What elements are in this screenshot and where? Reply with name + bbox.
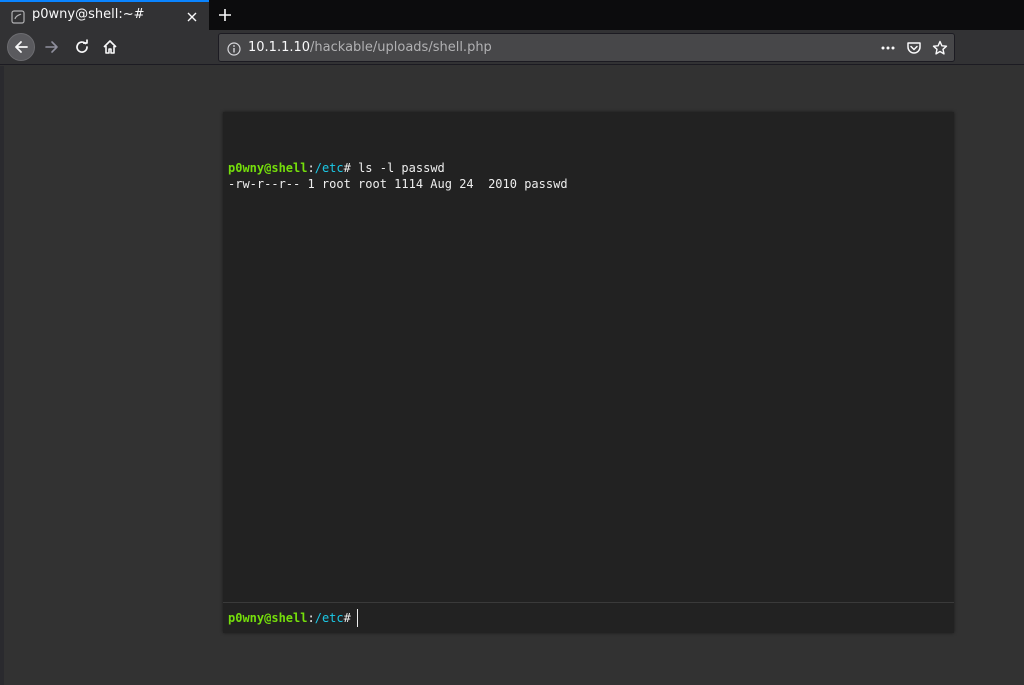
- history-command: ls -l passwd: [350, 161, 445, 175]
- pocket-icon[interactable]: [906, 40, 922, 56]
- prompt-separator: :: [307, 161, 315, 175]
- more-icon[interactable]: [880, 40, 896, 56]
- shell-input-row: p0wny@shell:/etc #: [223, 602, 954, 633]
- back-arrow-icon: [15, 41, 28, 53]
- info-icon[interactable]: [227, 41, 241, 56]
- new-tab-button[interactable]: [212, 2, 238, 28]
- shell-output: p0wny@shell:/etc# ls -l passwd -rw-r--r--…: [223, 112, 954, 602]
- sidebar-edge: [0, 66, 4, 685]
- close-tab-icon[interactable]: [184, 9, 200, 25]
- prompt-hash: #: [343, 161, 351, 175]
- input-prompt-hash: #: [343, 611, 351, 625]
- shell-history-output: -rw-r--r-- 1 root root 1114 Aug 24 2010 …: [228, 177, 568, 191]
- prompt-cwd: /etc: [314, 161, 344, 175]
- plus-icon: [219, 9, 231, 21]
- input-prompt-user: p0wny@shell: [228, 611, 308, 625]
- url-host: 10.1.1.10: [248, 40, 311, 55]
- bookmark-star-icon[interactable]: [932, 40, 948, 56]
- prompt-user: p0wny@shell: [228, 161, 308, 175]
- tab-title: p0wny@shell:~#: [32, 7, 145, 22]
- input-prompt-cwd: /etc: [314, 611, 344, 625]
- reload-button[interactable]: [68, 33, 96, 61]
- tab-strip: p0wny@shell:~#: [0, 0, 1024, 30]
- shell-command-input[interactable]: [356, 609, 857, 627]
- back-button[interactable]: [7, 33, 35, 61]
- reload-icon: [76, 39, 88, 53]
- address-bar[interactable]: 10.1.1.10/hackable/uploads/shell.php: [218, 33, 955, 62]
- tab-shell[interactable]: p0wny@shell:~#: [0, 0, 209, 30]
- url-actions: [880, 39, 948, 57]
- shell-history-command-line: p0wny@shell:/etc# ls -l passwd: [228, 160, 949, 176]
- input-prompt-separator: :: [307, 611, 315, 625]
- forward-button[interactable]: [38, 33, 66, 61]
- home-button[interactable]: [96, 33, 124, 61]
- home-icon: [103, 40, 117, 54]
- nav-toolbar: 10.1.1.10/hackable/uploads/shell.php: [0, 30, 1024, 65]
- shell-panel: p0wny@shell:/etc# ls -l passwd -rw-r--r--…: [223, 112, 954, 633]
- forward-arrow-icon: [45, 41, 58, 53]
- url-path: /hackable/uploads/shell.php: [310, 40, 492, 55]
- page-icon: [11, 9, 25, 24]
- url-text[interactable]: 10.1.1.10/hackable/uploads/shell.php: [248, 40, 492, 55]
